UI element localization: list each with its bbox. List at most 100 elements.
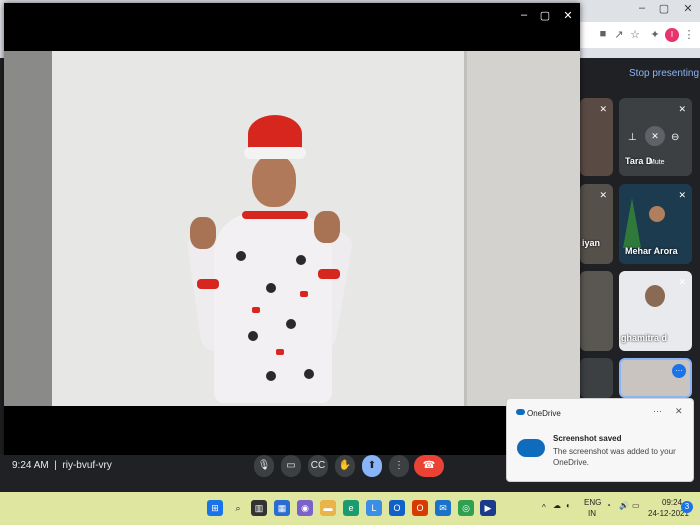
mic-button[interactable]: 🎙 <box>254 455 274 477</box>
print-motif <box>296 255 306 265</box>
participant-tile[interactable]: ✕ ⊥ ✕ ⊖ Tara D Mute <box>619 98 692 176</box>
office-icon[interactable]: O <box>412 500 428 516</box>
onedrive-small-icon <box>516 409 525 415</box>
browser-menu-icon[interactable]: ⋮ <box>682 28 696 41</box>
l-app-icon[interactable]: L <box>366 500 382 516</box>
christmas-tree-decoration <box>623 198 641 248</box>
picture-in-picture-window[interactable]: – ▢ ✕ <box>4 3 580 455</box>
edge-icon[interactable]: e <box>343 500 359 516</box>
side-wall <box>466 51 580 406</box>
notification-close-button[interactable]: ✕ <box>675 406 683 417</box>
captions-icon: CC <box>310 460 326 471</box>
print-motif <box>286 319 296 329</box>
print-motif <box>304 369 314 379</box>
child-left-hand <box>190 217 216 249</box>
more-icon: ⋮ <box>394 460 404 471</box>
notification-app-name: OneDrive <box>527 409 561 418</box>
language-indicator[interactable]: ENG <box>584 498 601 507</box>
more-options-button[interactable]: ⋮ <box>389 455 409 477</box>
participant-face <box>645 285 665 307</box>
present-button[interactable]: ⬆ <box>362 455 382 477</box>
participant-face <box>649 206 665 222</box>
presentation-video <box>4 51 580 406</box>
notification-count-badge[interactable]: 3 <box>681 501 693 513</box>
participant-tile[interactable]: ✕ iyan <box>580 184 613 264</box>
mute-tooltip: Mute <box>649 159 665 166</box>
widgets-icon[interactable]: ▦ <box>274 500 290 516</box>
sleeve-cuff <box>318 269 340 279</box>
raise-hand-icon: ✋ <box>338 460 352 471</box>
stop-presenting-button[interactable]: Stop presenting <box>629 68 699 79</box>
share-icon[interactable]: ↗ <box>612 28 626 41</box>
onedrive-notification[interactable]: OneDrive ··· ✕ Screenshot saved The scre… <box>506 398 694 482</box>
participant-tile[interactable]: ✕ Mehar Arora <box>619 184 692 264</box>
participant-name: ghamitra d <box>621 333 668 343</box>
extensions-icon[interactable]: ✦ <box>648 28 662 41</box>
meeting-code: riy-bvuf-vry <box>62 460 112 471</box>
pip-minimize-button[interactable]: – <box>513 9 535 21</box>
search-icon[interactable]: ⌕ <box>230 500 246 516</box>
camera-button[interactable]: ▭ <box>281 455 301 477</box>
participant-tile[interactable]: ✕ ghamitra d <box>619 271 692 351</box>
pip-close-button[interactable]: ✕ <box>557 9 579 22</box>
muted-mic-icon: ✕ <box>599 190 607 200</box>
participant-tile-self[interactable]: ··· <box>619 358 692 398</box>
meeting-time: 9:24 AM <box>12 460 49 471</box>
region-indicator: IN <box>588 509 596 518</box>
star-icon[interactable]: ☆ <box>628 28 642 41</box>
tray-overflow-icon[interactable]: ^ <box>542 503 546 512</box>
mail-icon[interactable]: ✉ <box>435 500 451 516</box>
print-motif <box>252 307 260 313</box>
wifi-icon[interactable]: ◔ <box>606 501 611 510</box>
raise-hand-button[interactable]: ✋ <box>335 455 355 477</box>
tray-app-icon[interactable]: ◐ <box>566 501 571 510</box>
chat-icon[interactable]: ◉ <box>297 500 313 516</box>
santa-hat-band <box>244 147 306 159</box>
clock-time[interactable]: 09:24 <box>662 498 682 507</box>
video-app-icon[interactable]: ▶ <box>480 500 496 516</box>
onedrive-tray-icon[interactable]: ☁ <box>553 501 561 510</box>
close-browser-button[interactable]: ✕ <box>678 2 698 15</box>
print-motif <box>266 283 276 293</box>
battery-icon[interactable]: ▭ <box>632 501 640 510</box>
minimize-button[interactable]: – <box>632 2 652 14</box>
maximize-button[interactable]: ▢ <box>654 2 674 15</box>
more-options-icon[interactable]: ··· <box>672 364 686 378</box>
participant-tile[interactable] <box>580 271 613 351</box>
participant-tile[interactable]: ✕ <box>580 98 613 176</box>
muted-mic-icon: ✕ <box>678 190 686 200</box>
end-call-button[interactable]: ☎ <box>414 455 444 477</box>
child-face <box>252 155 296 207</box>
captions-button[interactable]: CC <box>308 455 328 477</box>
chrome-icon[interactable]: ◎ <box>458 500 474 516</box>
participant-name: iyan <box>582 238 601 248</box>
camera-icon: ▭ <box>286 460 296 471</box>
notification-message: The screenshot was added to your OneDriv… <box>553 447 676 467</box>
print-motif <box>266 371 276 381</box>
video-icon[interactable]: ■ <box>596 28 610 40</box>
remove-icon[interactable]: ⊖ <box>671 132 679 143</box>
task-view-icon[interactable]: ▥ <box>251 500 267 516</box>
mic-icon: 🎙 <box>257 460 271 471</box>
volume-icon[interactable]: 🔊 <box>619 501 629 510</box>
print-motif <box>248 331 258 341</box>
mute-participant-icon[interactable]: ✕ <box>645 126 665 146</box>
file-explorer-icon[interactable]: ▬ <box>320 500 336 516</box>
present-icon: ⬆ <box>367 460 377 471</box>
muted-mic-icon: ✕ <box>678 104 686 114</box>
end-call-icon: ☎ <box>422 460 436 471</box>
notification-more-button[interactable]: ··· <box>653 406 662 416</box>
meeting-info: 9:24 AM | riy-bvuf-vry <box>12 460 112 471</box>
print-motif <box>276 349 284 355</box>
collar-trim <box>242 211 308 219</box>
participant-tile[interactable] <box>580 358 613 398</box>
start-icon[interactable]: ⊞ <box>207 500 223 516</box>
profile-avatar[interactable]: I <box>665 28 679 42</box>
sleeve-cuff <box>197 279 219 289</box>
outlook-icon[interactable]: O <box>389 500 405 516</box>
participant-name: Mehar Arora <box>625 246 678 256</box>
onedrive-cloud-icon <box>517 439 545 457</box>
print-motif <box>300 291 308 297</box>
pin-icon[interactable]: ⊥ <box>628 132 637 143</box>
pip-maximize-button[interactable]: ▢ <box>534 9 556 22</box>
